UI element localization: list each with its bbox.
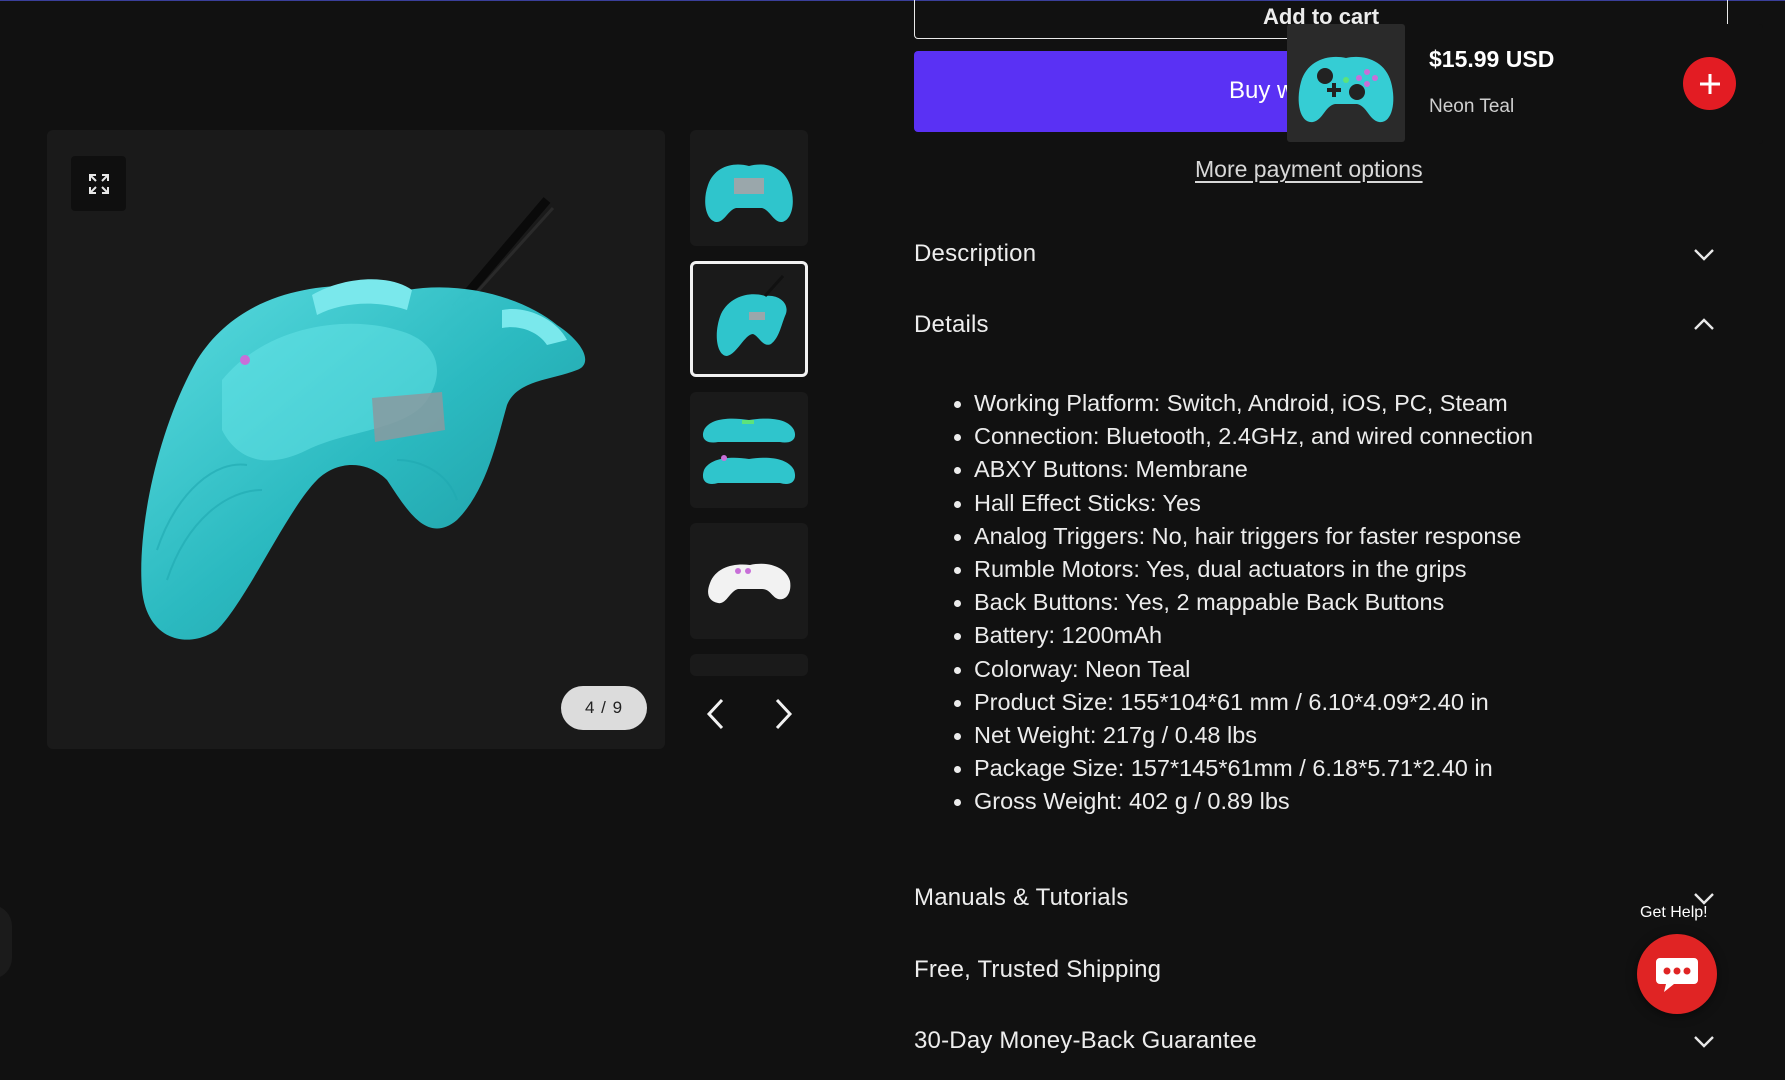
chevron-down-icon [1694, 249, 1714, 261]
controller-image [716, 274, 787, 356]
list-item: Gross Weight: 402 g / 0.89 lbs [950, 785, 1533, 818]
list-item: Back Buttons: Yes, 2 mappable Back Butto… [950, 586, 1533, 619]
sticky-add-button[interactable] [1683, 57, 1736, 110]
chevron-up-icon [1694, 318, 1714, 330]
accordion-guarantee[interactable]: 30-Day Money-Back Guarantee [914, 1021, 1728, 1061]
prev-image-button[interactable] [695, 694, 735, 734]
list-item: Analog Triggers: No, hair triggers for f… [950, 520, 1533, 553]
list-item: Connection: Bluetooth, 2.4GHz, and wired… [950, 420, 1533, 453]
list-item: ABXY Buttons: Membrane [950, 453, 1533, 486]
accordion-title: Description [914, 240, 1037, 267]
chevron-right-icon [775, 698, 793, 730]
thumbnail-5[interactable] [690, 654, 808, 676]
thumbnail-4[interactable] [690, 523, 808, 639]
list-item: Colorway: Neon Teal [950, 653, 1533, 686]
list-item: Rumble Motors: Yes, dual actuators in th… [950, 553, 1533, 586]
list-item: Package Size: 157*145*61mm / 6.18*5.71*2… [950, 752, 1533, 785]
thumbnail-1[interactable] [690, 130, 808, 246]
zoom-button[interactable] [71, 156, 126, 211]
accordion-description[interactable]: Description [914, 234, 1728, 274]
controller-image [708, 563, 791, 604]
next-image-button[interactable] [764, 694, 804, 734]
thumbnail-2[interactable] [690, 261, 808, 377]
chevron-left-icon [706, 698, 724, 730]
accordion-title: Manuals & Tutorials [914, 884, 1129, 911]
sticky-variant: Neon Teal [1429, 96, 1515, 117]
details-list: Working Platform: Switch, Android, iOS, … [950, 387, 1533, 818]
help-chat-button[interactable] [1637, 934, 1717, 1014]
sticky-price: $15.99 USD [1429, 46, 1555, 72]
sticky-product-image [1287, 24, 1405, 142]
accordion-title: Details [914, 311, 989, 338]
list-item: Hall Effect Sticks: Yes [950, 487, 1533, 520]
thumbnail-3[interactable] [690, 392, 808, 508]
list-item: Product Size: 155*104*61 mm / 6.10*4.09*… [950, 686, 1533, 719]
accordion-shipping[interactable]: Free, Trusted Shipping [914, 950, 1728, 990]
list-item: Working Platform: Switch, Android, iOS, … [950, 387, 1533, 420]
accordion-title: 30-Day Money-Back Guarantee [914, 1027, 1257, 1054]
main-product-image[interactable]: 4 / 9 [47, 130, 665, 749]
controller-image [141, 197, 586, 640]
help-label: Get Help! [1640, 904, 1708, 921]
image-counter: 4 / 9 [561, 686, 647, 730]
controller-image [705, 164, 793, 223]
accordion-title: Free, Trusted Shipping [914, 956, 1162, 983]
list-item: Net Weight: 217g / 0.48 lbs [950, 719, 1533, 752]
controller-image [1298, 56, 1394, 123]
sticky-product-bar: $15.99 USD Neon Teal [1287, 24, 1763, 144]
controller-image [702, 418, 796, 484]
expand-icon [88, 173, 109, 194]
edge-widget[interactable] [0, 905, 12, 979]
accordion-details[interactable]: Details [914, 305, 1728, 345]
plus-icon [1699, 73, 1720, 94]
chat-bubble-icon [1656, 958, 1698, 992]
chevron-down-icon [1694, 1036, 1714, 1048]
accordion-manuals[interactable]: Manuals & Tutorials [914, 878, 1728, 918]
list-item: Battery: 1200mAh [950, 619, 1533, 652]
more-payment-options-link[interactable]: More payment options [1195, 156, 1423, 183]
